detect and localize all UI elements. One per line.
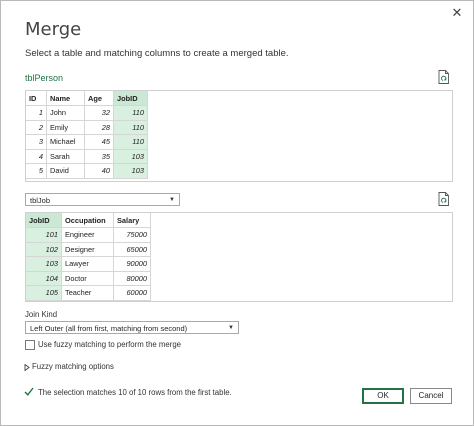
table-cell: Michael bbox=[46, 134, 85, 150]
checkmark-icon bbox=[24, 387, 34, 396]
first-table-name: tblPerson bbox=[25, 73, 64, 83]
table-row: 4 Sarah 35 103 bbox=[26, 149, 148, 164]
table-cell-selected: 101 bbox=[26, 227, 62, 243]
table-cell-selected: 110 bbox=[113, 120, 148, 135]
table-cell: 1 bbox=[26, 105, 47, 121]
table-row: 2 Emily 28 110 bbox=[26, 120, 148, 135]
table-cell: 35 bbox=[84, 149, 114, 164]
document-refresh-icon[interactable] bbox=[438, 192, 450, 206]
second-table-header-row: JobID Occupation Salary bbox=[26, 213, 151, 228]
table-cell: Doctor bbox=[61, 271, 114, 286]
table-row: 103 Lawyer 90000 bbox=[26, 256, 151, 272]
second-table-preview: JobID Occupation Salary 101 Engineer 750… bbox=[25, 212, 453, 302]
fuzzy-matching-checkbox[interactable] bbox=[25, 340, 35, 350]
table-row: 5 David 40 103 bbox=[26, 163, 148, 179]
table-cell-selected: 104 bbox=[26, 271, 62, 286]
second-table-dropdown[interactable]: tblJob ▼ bbox=[25, 193, 180, 206]
triangle-right-icon[interactable] bbox=[24, 364, 30, 371]
cancel-button[interactable]: Cancel bbox=[410, 388, 452, 404]
table-cell: 28 bbox=[84, 120, 114, 135]
ok-button[interactable]: OK bbox=[362, 388, 404, 404]
table-cell: 90000 bbox=[113, 256, 151, 272]
table-cell: 4 bbox=[26, 149, 47, 164]
table-row: 104 Doctor 80000 bbox=[26, 271, 151, 286]
join-kind-label: Join Kind bbox=[25, 310, 58, 319]
chevron-down-icon: ▼ bbox=[228, 325, 234, 331]
table-cell: Lawyer bbox=[61, 256, 114, 272]
fuzzy-options-expander[interactable]: Fuzzy matching options bbox=[32, 362, 114, 371]
table-cell: David bbox=[46, 163, 85, 179]
table-cell-selected: 110 bbox=[113, 134, 148, 150]
dialog-subtitle: Select a table and matching columns to c… bbox=[25, 48, 289, 59]
table-cell: Designer bbox=[61, 242, 114, 257]
first-table-preview: ID Name Age JobID 1 John 32 110 2 Emily … bbox=[25, 90, 453, 182]
dialog-title: Merge bbox=[25, 19, 82, 40]
table-cell: 32 bbox=[84, 105, 114, 121]
fuzzy-matching-checkbox-label[interactable]: Use fuzzy matching to perform the merge bbox=[38, 340, 181, 349]
merge-dialog: ✕ Merge Select a table and matching colu… bbox=[0, 0, 474, 426]
second-table-dropdown-value: tblJob bbox=[30, 196, 51, 205]
table-row: 105 Teacher 60000 bbox=[26, 285, 151, 301]
document-refresh-icon[interactable] bbox=[438, 70, 450, 84]
column-header[interactable]: Age bbox=[84, 91, 114, 106]
table-row: 101 Engineer 75000 bbox=[26, 227, 151, 243]
column-header[interactable]: Salary bbox=[113, 213, 151, 228]
column-header-selected[interactable]: JobID bbox=[113, 91, 148, 106]
column-header[interactable]: ID bbox=[26, 91, 47, 106]
table-cell-selected: 103 bbox=[113, 149, 148, 164]
table-cell: 5 bbox=[26, 163, 47, 179]
table-cell-selected: 110 bbox=[113, 105, 148, 121]
table-cell: 2 bbox=[26, 120, 47, 135]
table-cell: 80000 bbox=[113, 271, 151, 286]
column-header[interactable]: Name bbox=[46, 91, 85, 106]
join-kind-dropdown[interactable]: Left Outer (all from first, matching fro… bbox=[25, 321, 239, 334]
table-cell: 45 bbox=[84, 134, 114, 150]
table-cell: 40 bbox=[84, 163, 114, 179]
table-cell: John bbox=[46, 105, 85, 121]
table-row: 102 Designer 65000 bbox=[26, 242, 151, 257]
table-cell-selected: 102 bbox=[26, 242, 62, 257]
join-kind-value: Left Outer (all from first, matching fro… bbox=[30, 324, 188, 333]
table-cell: Teacher bbox=[61, 285, 114, 301]
table-cell: Engineer bbox=[61, 227, 114, 243]
table-row: 1 John 32 110 bbox=[26, 105, 148, 121]
status-message: The selection matches 10 of 10 rows from… bbox=[38, 388, 232, 397]
table-row: 3 Michael 45 110 bbox=[26, 134, 148, 150]
table-cell: 65000 bbox=[113, 242, 151, 257]
table-cell: 75000 bbox=[113, 227, 151, 243]
close-icon[interactable]: ✕ bbox=[450, 6, 464, 20]
chevron-down-icon: ▼ bbox=[169, 197, 175, 203]
table-cell: Sarah bbox=[46, 149, 85, 164]
table-cell: 60000 bbox=[113, 285, 151, 301]
table-cell: 3 bbox=[26, 134, 47, 150]
column-header[interactable]: Occupation bbox=[61, 213, 114, 228]
table-cell-selected: 105 bbox=[26, 285, 62, 301]
table-cell-selected: 103 bbox=[26, 256, 62, 272]
table-cell-selected: 103 bbox=[113, 163, 148, 179]
table-cell: Emily bbox=[46, 120, 85, 135]
first-table-header-row: ID Name Age JobID bbox=[26, 91, 148, 106]
column-header-selected[interactable]: JobID bbox=[26, 213, 62, 228]
